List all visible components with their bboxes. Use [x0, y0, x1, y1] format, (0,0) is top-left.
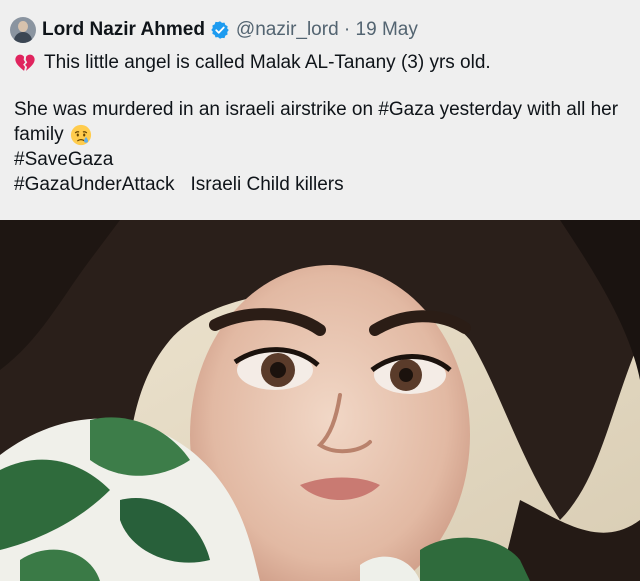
hashtag-gazaunderattack[interactable]: #GazaUnderAttack: [14, 172, 175, 197]
tweet-line-3-text: family: [14, 124, 64, 145]
verified-badge-icon: [211, 21, 229, 39]
hashtag-savegaza[interactable]: #SaveGaza: [14, 147, 113, 172]
crying-face-emoji: [70, 124, 91, 145]
tweet-line-5: #GazaUnderAttack Israeli Child killers: [14, 172, 634, 197]
tweet-line-3: family: [14, 122, 634, 147]
tweet-photo[interactable]: [0, 220, 640, 581]
tweet-line-1-text: This little angel is called Malak AL-Tan…: [44, 52, 491, 73]
tweet-line-2: She was murdered in an israeli airstrike…: [14, 97, 634, 122]
author-name[interactable]: Lord Nazir Ahmed: [42, 19, 205, 41]
author-avatar[interactable]: [10, 17, 36, 43]
tweet-line-2-text: She was murdered in an israeli airstrike…: [14, 99, 619, 120]
handle-and-date[interactable]: @nazir_lord · 19 May: [236, 19, 418, 41]
tweet-line-5-text: Israeli Child killers: [190, 174, 344, 195]
avatar-head: [18, 21, 28, 32]
child-portrait-image: [0, 220, 640, 581]
tweet-header: Lord Nazir Ahmed @nazir_lord · 19 May: [10, 14, 418, 46]
broken-heart-emoji: [15, 54, 35, 71]
tweet-line-1: This little angel is called Malak AL-Tan…: [14, 50, 634, 75]
avatar-body: [14, 32, 32, 43]
tweet-line-4: #SaveGaza: [14, 147, 634, 172]
tweet-text: This little angel is called Malak AL-Tan…: [14, 50, 634, 197]
